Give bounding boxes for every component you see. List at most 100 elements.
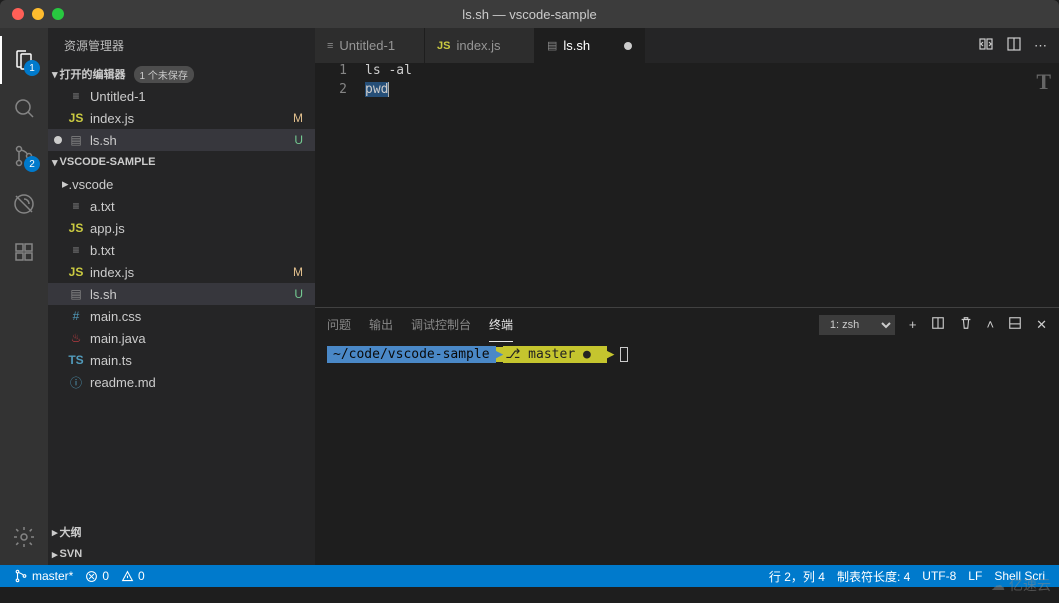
js-icon: JS [437, 40, 450, 52]
info-icon: ⓘ [68, 374, 84, 391]
close-window-button[interactable] [12, 8, 24, 20]
trash-icon[interactable] [959, 316, 973, 333]
activity-settings[interactable] [0, 513, 48, 561]
terminal-cursor [620, 347, 628, 362]
status-cursor[interactable]: 行 2，列 4 [763, 568, 831, 585]
tab-debug-console[interactable]: 调试控制台 [411, 308, 471, 341]
explorer-badge: 1 [24, 60, 40, 76]
tree-item-folder[interactable]: ▸ .vscode [48, 173, 315, 195]
unsaved-badge: 1 个未保存 [134, 66, 194, 83]
tab-untitled[interactable]: ≡ Untitled-1 [315, 28, 425, 63]
css-icon: # [68, 309, 84, 323]
open-editor-item[interactable]: JS index.js M [48, 107, 315, 129]
tree-item-file[interactable]: ♨ main.java [48, 327, 315, 349]
main-area: 1 2 资源管理器 ▾ 打开的编辑器 1 个未保存 ≡ Untitled-1 [0, 28, 1059, 565]
status-encoding[interactable]: UTF-8 [916, 568, 962, 585]
status-tab-size[interactable]: 制表符长度: 4 [831, 568, 916, 585]
close-panel-icon[interactable]: ✕ [1036, 317, 1047, 333]
tab-label: ls.sh [563, 38, 590, 53]
panel-tabs: 问题 输出 调试控制台 终端 1: zsh + ˄ ✕ [315, 308, 1059, 341]
tree-item-file[interactable]: # main.css [48, 305, 315, 327]
open-editor-item[interactable]: ▤ ls.sh U [48, 129, 315, 151]
tree-item-file[interactable]: ▤ ls.sh U [48, 283, 315, 305]
sidebar-title: 资源管理器 [48, 28, 315, 63]
tab-output[interactable]: 输出 [369, 308, 393, 341]
window-controls [0, 8, 64, 20]
line-number: 2 [315, 82, 365, 101]
file-icon: ≡ [68, 243, 84, 257]
activity-debug[interactable] [0, 180, 48, 228]
file-label: ls.sh [90, 133, 294, 148]
tree-item-file[interactable]: ≡ a.txt [48, 195, 315, 217]
status-errors[interactable]: 0 [79, 569, 115, 583]
activity-explorer[interactable]: 1 [0, 36, 48, 84]
file-icon: ≡ [68, 89, 84, 103]
open-editor-item[interactable]: ≡ Untitled-1 [48, 85, 315, 107]
status-branch[interactable]: master* [8, 569, 79, 583]
minimize-window-button[interactable] [32, 8, 44, 20]
dirty-indicator [54, 136, 62, 144]
more-icon[interactable]: ⋯ [1034, 38, 1047, 54]
open-editors-label: 打开的编辑器 [60, 66, 126, 82]
chevron-down-icon: ▾ [52, 68, 58, 81]
outline-label: 大纲 [60, 524, 82, 540]
file-label: .vscode [69, 177, 309, 192]
tree-item-file[interactable]: JS index.js M [48, 261, 315, 283]
activity-bar: 1 2 [0, 28, 48, 565]
minimap[interactable] [1039, 63, 1059, 307]
code-line: pwd [365, 82, 389, 101]
compare-icon[interactable] [978, 36, 994, 55]
tree-item-file[interactable]: ⓘ readme.md [48, 371, 315, 393]
js-icon: JS [68, 111, 84, 125]
workspace-header[interactable]: ▾ VSCODE-SAMPLE [48, 151, 315, 173]
tree-item-file[interactable]: JS app.js [48, 217, 315, 239]
js-icon: JS [68, 221, 84, 235]
file-label: Untitled-1 [90, 89, 309, 104]
tab-terminal[interactable]: 终端 [489, 308, 513, 342]
file-label: ls.sh [90, 287, 294, 302]
split-editor-icon[interactable] [1006, 36, 1022, 55]
sidebar-bottom: ▸ 大纲 ▸ SVN [48, 521, 315, 565]
tab-indexjs[interactable]: JS index.js [425, 28, 535, 63]
status-warnings[interactable]: 0 [115, 569, 151, 583]
file-label: main.css [90, 309, 309, 324]
git-status: U [294, 133, 303, 147]
status-eol[interactable]: LF [962, 568, 988, 585]
split-terminal-icon[interactable] [931, 316, 945, 333]
watermark: ☁ 亿速云 [991, 575, 1051, 595]
chevron-up-icon[interactable]: ˄ [987, 317, 995, 332]
scm-badge: 2 [24, 156, 40, 172]
activity-search[interactable] [0, 84, 48, 132]
line-number: 1 [315, 63, 365, 82]
file-label: readme.md [90, 375, 309, 390]
new-terminal-icon[interactable]: + [909, 317, 917, 332]
ts-icon: TS [68, 353, 84, 367]
tab-label: index.js [456, 38, 500, 53]
sh-icon: ▤ [68, 287, 84, 301]
tree-item-file[interactable]: TS main.ts [48, 349, 315, 371]
terminal-branch: ⎇ master ● [503, 346, 606, 363]
sidebar: 资源管理器 ▾ 打开的编辑器 1 个未保存 ≡ Untitled-1 JS in… [48, 28, 315, 565]
svn-header[interactable]: ▸ SVN [48, 543, 315, 565]
minimap-indicator: T [1036, 69, 1051, 95]
file-label: index.js [90, 265, 293, 280]
tree-item-file[interactable]: ≡ b.txt [48, 239, 315, 261]
activity-scm[interactable]: 2 [0, 132, 48, 180]
terminal-shell-select[interactable]: 1: zsh [819, 315, 895, 335]
outline-header[interactable]: ▸ 大纲 [48, 521, 315, 543]
activity-extensions[interactable] [0, 228, 48, 276]
editor-content[interactable]: 1 ls -al 2 pwd T [315, 63, 1059, 307]
sh-icon: ▤ [68, 133, 84, 147]
prompt-separator: ▶ [607, 347, 615, 362]
chevron-right-icon: ▸ [52, 548, 58, 561]
tab-lssh[interactable]: ▤ ls.sh [535, 28, 645, 63]
chevron-right-icon: ▸ [52, 526, 58, 539]
open-editors-header[interactable]: ▾ 打开的编辑器 1 个未保存 [48, 63, 315, 85]
file-label: app.js [90, 221, 309, 236]
maximize-window-button[interactable] [52, 8, 64, 20]
tab-problems[interactable]: 问题 [327, 308, 351, 341]
terminal-content[interactable]: ~/code/vscode-sample▶⎇ master ● ▶ [315, 341, 1059, 565]
maximize-panel-icon[interactable] [1008, 316, 1022, 333]
file-label: main.ts [90, 353, 309, 368]
file-icon: ≡ [68, 199, 84, 213]
